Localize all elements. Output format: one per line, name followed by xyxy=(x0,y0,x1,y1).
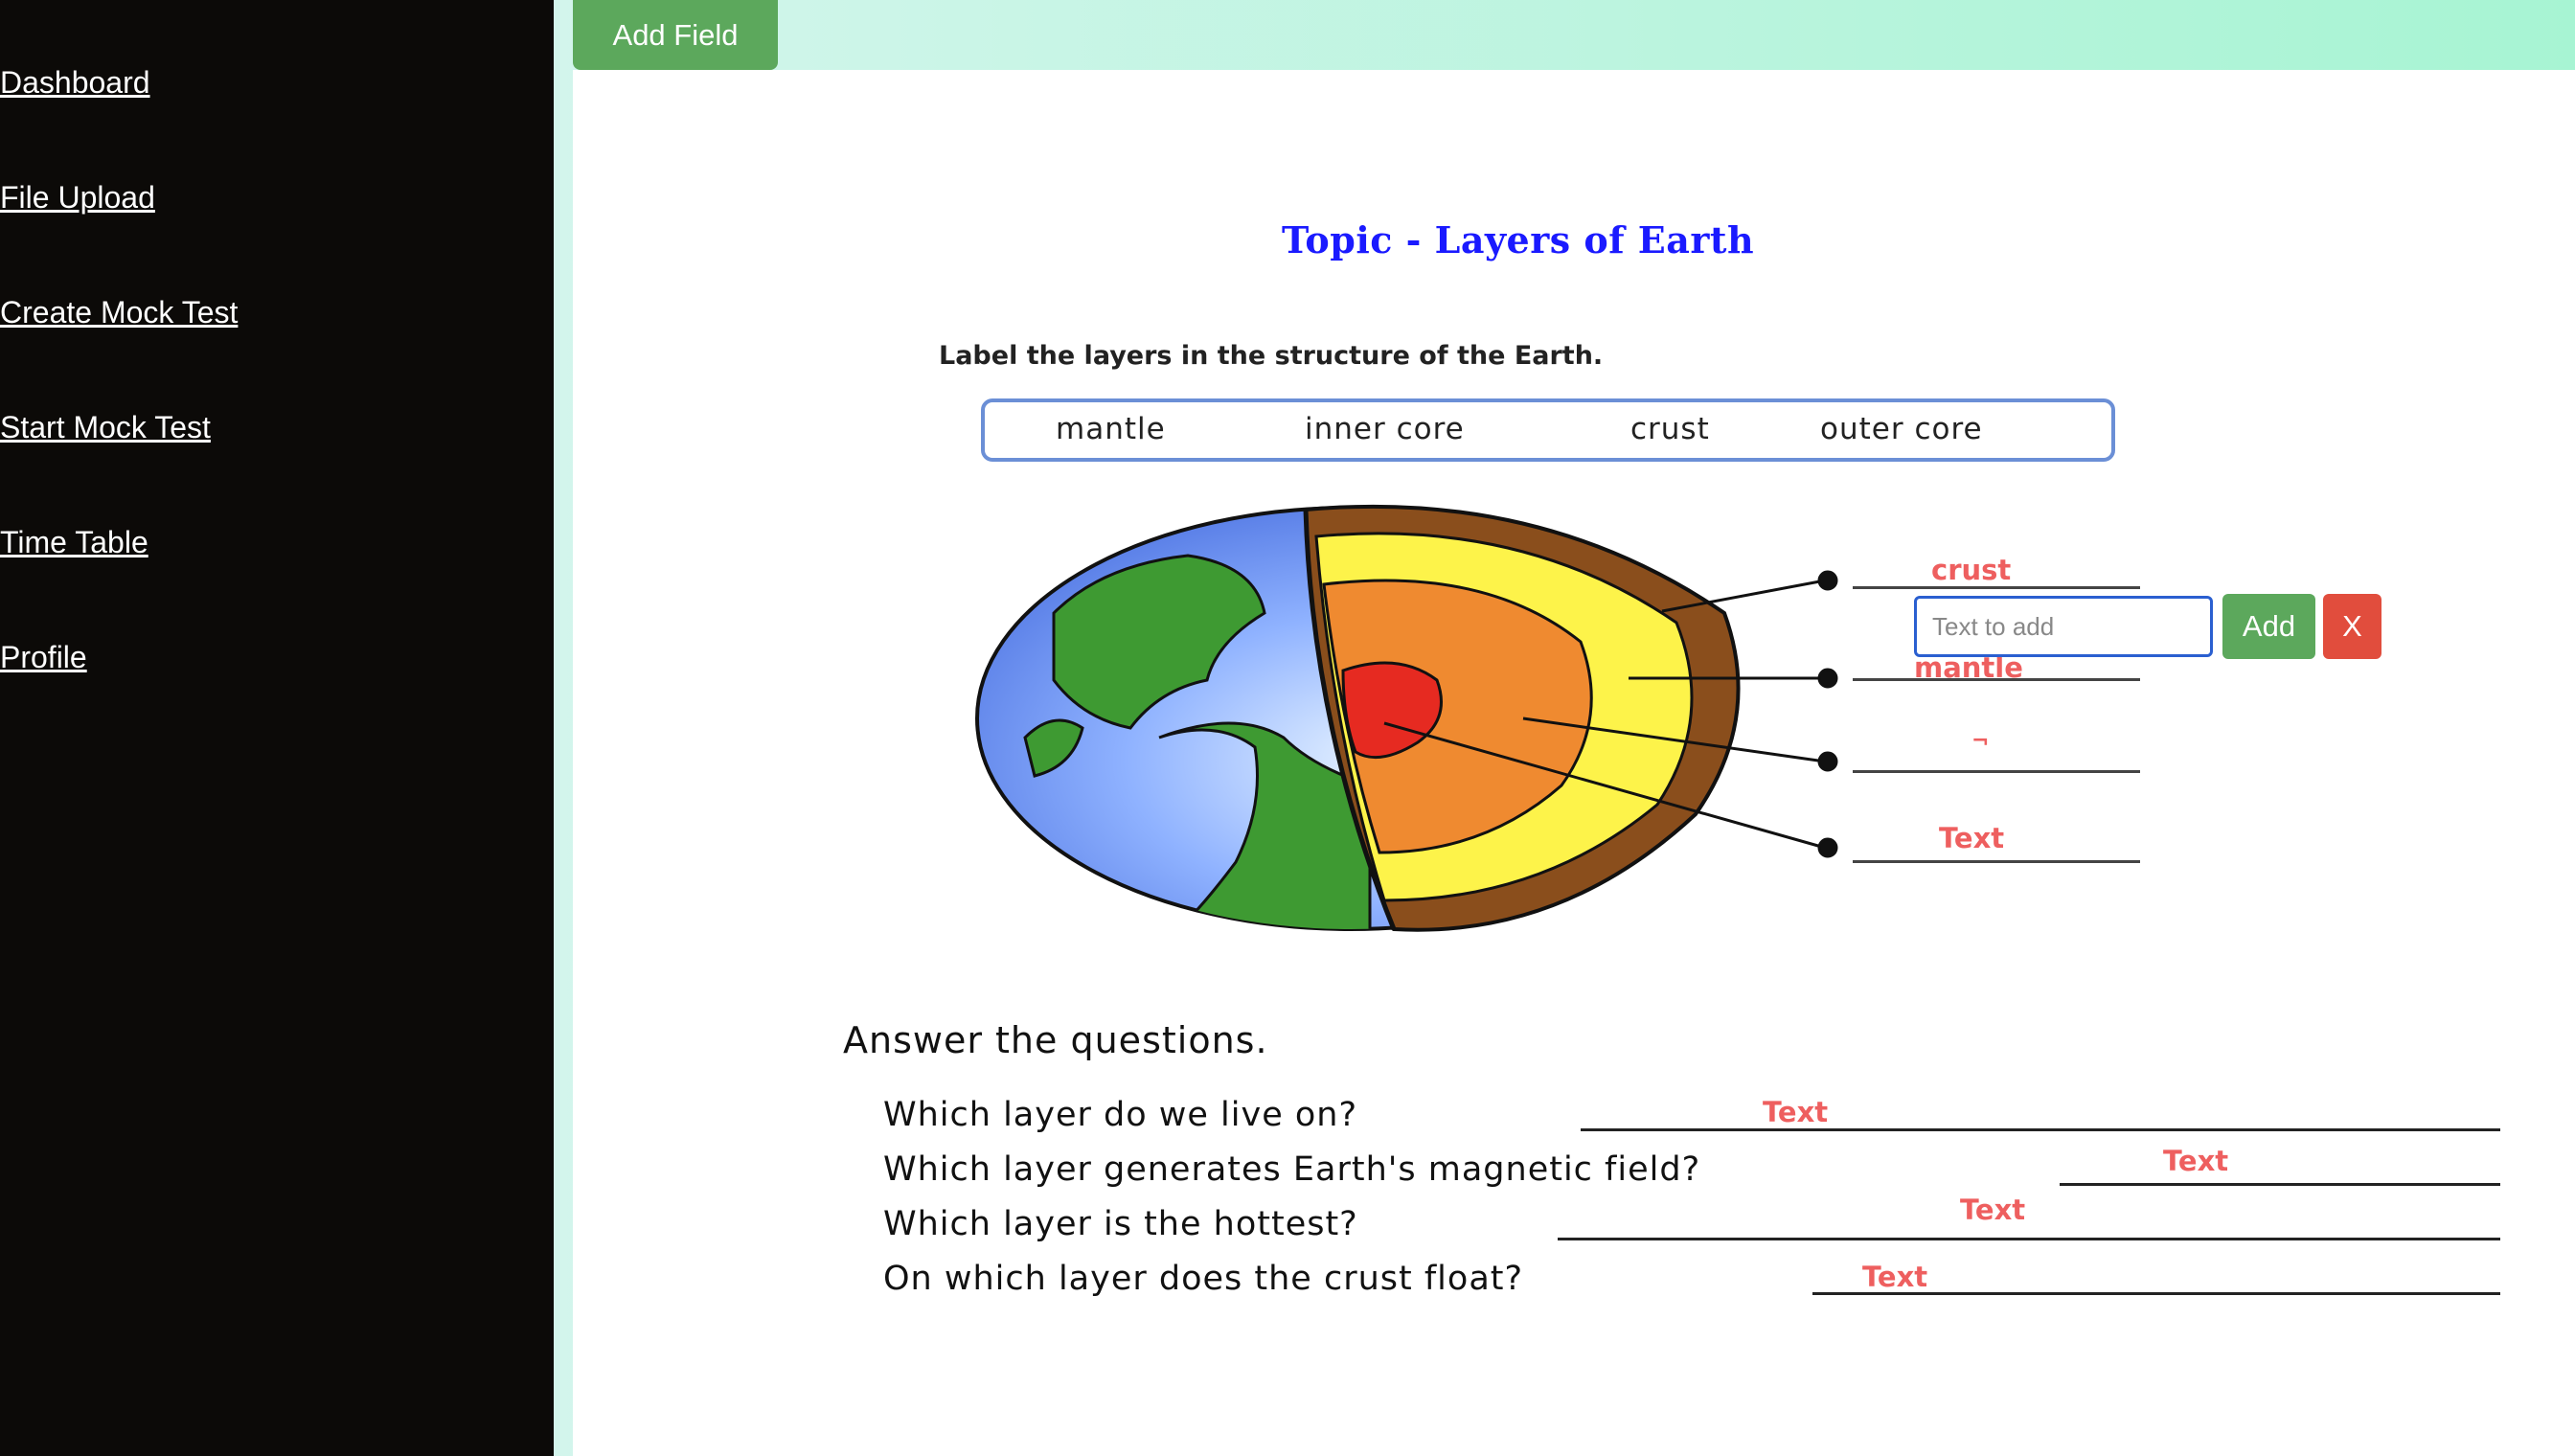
label-answer-line xyxy=(1853,586,2140,589)
added-label-blank[interactable]: ¬ xyxy=(1971,730,1989,754)
earth-cutaway-layers-icon xyxy=(1303,504,1741,932)
nav-link-start-mock-test[interactable]: Start Mock Test xyxy=(0,410,211,445)
add-field-button[interactable]: Add Field xyxy=(573,0,778,70)
worksheet-title: Topic - Layers of Earth xyxy=(1282,218,1755,262)
added-label-crust[interactable]: crust xyxy=(1931,554,2011,586)
question-text: On which layer does the crust float? xyxy=(883,1260,1524,1298)
label-answer-line xyxy=(1853,860,2140,863)
word-bank-item: crust xyxy=(1630,412,1710,446)
nav-link-dashboard[interactable]: Dashboard xyxy=(0,65,150,101)
close-editor-button[interactable]: X xyxy=(2323,594,2381,659)
question-text: Which layer is the hottest? xyxy=(883,1205,1358,1243)
add-text-button[interactable]: Add xyxy=(2222,594,2315,659)
question-text: Which layer generates Earth's magnetic f… xyxy=(883,1150,1701,1189)
word-bank-item: mantle xyxy=(1056,412,1166,446)
answer-line xyxy=(2060,1183,2500,1186)
worksheet-instruction: Label the layers in the structure of the… xyxy=(939,341,1604,371)
answer-line xyxy=(1581,1128,2500,1131)
answer-line xyxy=(1558,1238,2500,1240)
question-text: Which layer do we live on? xyxy=(883,1096,1358,1134)
word-bank-item: outer core xyxy=(1820,412,1983,446)
question-answer-label[interactable]: Text xyxy=(1862,1261,1927,1293)
nav-link-create-mock-test[interactable]: Create Mock Test xyxy=(0,295,238,330)
added-label-text[interactable]: Text xyxy=(1939,822,2004,854)
question-answer-label[interactable]: Text xyxy=(1763,1096,1828,1128)
earth-layers-diagram xyxy=(975,504,1838,932)
word-bank-item: inner core xyxy=(1305,412,1465,446)
nav-link-profile[interactable]: Profile xyxy=(0,640,87,675)
question-answer-label[interactable]: Text xyxy=(2163,1145,2228,1177)
label-answer-line xyxy=(1853,770,2140,773)
nav-link-time-table[interactable]: Time Table xyxy=(0,525,148,560)
nav-link-file-upload[interactable]: File Upload xyxy=(0,180,155,216)
sidebar: Dashboard File Upload Create Mock Test S… xyxy=(0,0,554,1456)
add-text-input[interactable] xyxy=(1914,596,2213,657)
answer-questions-heading: Answer the questions. xyxy=(843,1019,1268,1061)
question-answer-label[interactable]: Text xyxy=(1960,1194,2025,1226)
